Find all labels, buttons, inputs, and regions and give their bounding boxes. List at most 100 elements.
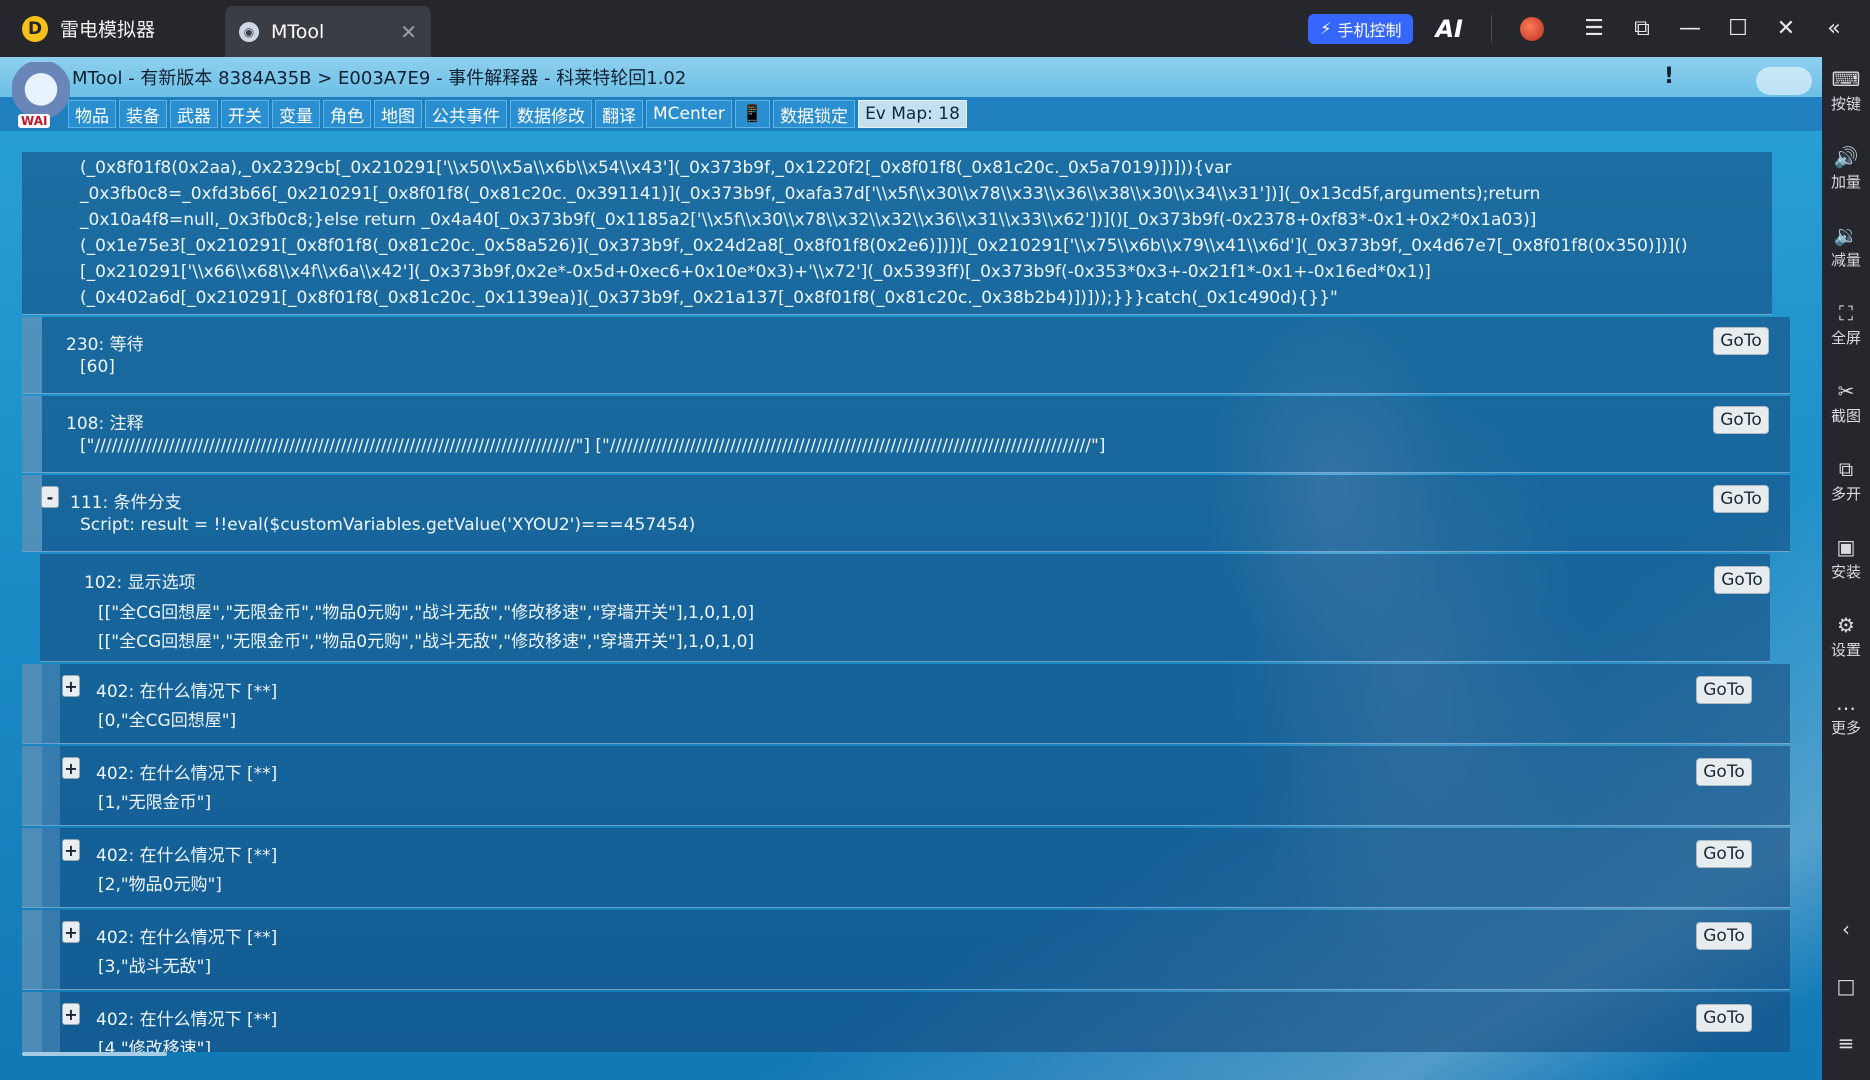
event-header: 108: 注释 xyxy=(66,414,144,434)
more-dots-icon: … xyxy=(1836,691,1856,715)
goto-button[interactable]: GoTo xyxy=(1696,922,1752,950)
tab-maps[interactable]: 地图 xyxy=(374,100,422,128)
expand-toggle[interactable]: + xyxy=(62,675,80,697)
expand-toggle[interactable]: + xyxy=(62,921,80,943)
event-detail: [3,"战斗无敌"] xyxy=(98,957,212,977)
tab-common-events[interactable]: 公共事件 xyxy=(425,100,507,128)
phone-control-button[interactable]: ⚡ 手机控制 xyxy=(1308,13,1414,44)
tab-items[interactable]: 物品 xyxy=(68,100,116,128)
tab-ev-map[interactable]: Ev Map: 18 xyxy=(858,100,967,128)
goto-button[interactable]: GoTo xyxy=(1696,676,1752,704)
close-icon[interactable]: ✕ xyxy=(400,20,417,44)
tab-phone[interactable]: 📱 xyxy=(734,100,771,128)
emulator-sidebar: ⌨ 按键 🔊 加量 🔉 减量 ⛶ 全屏 ✂ 截图 ⧉ 多开 ▣ 安装 ⚙ 设置 … xyxy=(1822,57,1870,1080)
event-row[interactable]: + 402: 在什么情况下 [**] [1,"无限金币"] GoTo xyxy=(22,746,1790,826)
sidebar-item-keymap[interactable]: ⌨ 按键 xyxy=(1822,67,1870,114)
ldplayer-logo-icon: D xyxy=(22,15,48,42)
event-detail: [["全CG回想屋","无限金币","物品0元购","战斗无敌","修改移速",… xyxy=(98,603,755,623)
script-line: [_0x210291['\\x66\\x68\\x4f\\x6a\\x42'](… xyxy=(80,262,1431,282)
event-detail: Script: result = !!eval($customVariables… xyxy=(80,515,696,535)
script-line: (_0x402a6d[_0x210291[_0x8f01f8(_0x81c20c… xyxy=(80,288,1338,308)
update-alert-icon[interactable]: ! xyxy=(1664,64,1674,89)
event-row[interactable]: 102: 显示选项 [["全CG回想屋","无限金币","物品0元购","战斗无… xyxy=(40,554,1770,662)
event-row[interactable]: + 402: 在什么情况下 [**] [4,"修改移速"] GoTo xyxy=(22,992,1790,1052)
script-block: (_0x8f01f8(0x2aa),_0x2329cb[_0x210291['\… xyxy=(22,152,1772,315)
event-row[interactable]: + 402: 在什么情况下 [**] [3,"战斗无敌"] GoTo xyxy=(22,910,1790,990)
hamburger-menu-icon[interactable]: ☰ xyxy=(1570,16,1618,41)
toolbar-divider xyxy=(1491,14,1492,43)
sidebar-item-screenshot[interactable]: ✂ 截图 xyxy=(1822,379,1870,426)
event-row[interactable]: 230: 等待 [60] GoTo xyxy=(22,317,1790,394)
tab-equipment[interactable]: 装备 xyxy=(119,100,167,128)
event-header: 230: 等待 xyxy=(66,335,144,355)
sidebar-item-more[interactable]: … 更多 xyxy=(1822,691,1870,738)
tab-actors[interactable]: 角色 xyxy=(323,100,371,128)
android-home-icon[interactable]: □ xyxy=(1822,974,1870,998)
scissors-icon: ✂ xyxy=(1837,379,1855,403)
collapse-sidebar-icon[interactable]: « xyxy=(1810,16,1858,41)
sidebar-item-fullscreen[interactable]: ⛶ 全屏 xyxy=(1822,301,1870,348)
script-line: (_0x8f01f8(0x2aa),_0x2329cb[_0x210291['\… xyxy=(80,158,1232,178)
event-detail: [1,"无限金币"] xyxy=(98,793,212,813)
tab-mcenter[interactable]: MCenter xyxy=(646,100,732,128)
emulator-tab-mtool[interactable]: ◉ MTool ✕ xyxy=(225,6,431,57)
goto-button[interactable]: GoTo xyxy=(1714,566,1770,594)
user-avatar[interactable] xyxy=(1520,16,1544,41)
tab-title: MTool xyxy=(271,20,325,43)
gamepad-overlay-icon[interactable] xyxy=(1756,67,1812,95)
ai-button[interactable]: AI xyxy=(1435,15,1463,43)
tab-data-lock[interactable]: 数据锁定 xyxy=(773,100,856,128)
event-row[interactable]: + 402: 在什么情况下 [**] [2,"物品0元购"] GoTo xyxy=(22,828,1790,908)
sidebar-item-settings[interactable]: ⚙ 设置 xyxy=(1822,613,1870,660)
expand-toggle[interactable]: + xyxy=(62,839,80,861)
goto-button[interactable]: GoTo xyxy=(1713,406,1769,434)
event-header: 402: 在什么情况下 [**] xyxy=(96,764,278,784)
goto-button[interactable]: GoTo xyxy=(1713,327,1769,355)
tab-variables[interactable]: 变量 xyxy=(272,100,320,128)
phone-control-label: 手机控制 xyxy=(1337,20,1402,40)
apk-install-icon: ▣ xyxy=(1836,535,1856,559)
android-recents-icon[interactable]: ≡ xyxy=(1822,1031,1870,1055)
event-detail: [4,"修改移速"] xyxy=(98,1039,212,1052)
mtool-tab-icon: ◉ xyxy=(239,21,259,42)
goto-button[interactable]: GoTo xyxy=(1696,1004,1752,1032)
minimize-icon[interactable]: — xyxy=(1666,16,1714,41)
goto-button[interactable]: GoTo xyxy=(1696,840,1752,868)
horizontal-scrollbar[interactable] xyxy=(22,1052,167,1056)
event-detail: [0,"全CG回想屋"] xyxy=(98,711,237,731)
sidebar-item-volume-down[interactable]: 🔉 减量 xyxy=(1822,223,1870,270)
goto-button[interactable]: GoTo xyxy=(1713,485,1769,513)
event-header: 111: 条件分支 xyxy=(70,493,182,513)
goto-button[interactable]: GoTo xyxy=(1696,758,1752,786)
fullscreen-icon: ⛶ xyxy=(1839,301,1853,325)
tab-data-edit[interactable]: 数据修改 xyxy=(510,100,592,128)
mascot-badge: WAI xyxy=(18,114,51,128)
maximize-icon[interactable]: ☐ xyxy=(1714,16,1762,41)
sidebar-item-multi-instance[interactable]: ⧉ 多开 xyxy=(1822,457,1870,504)
close-window-icon[interactable]: ✕ xyxy=(1762,16,1810,41)
emulator-title-bar: D 雷电模拟器 ◉ MTool ✕ ⚡ 手机控制 AI ☰ ⧉ — ☐ ✕ « xyxy=(0,0,1870,57)
event-row[interactable]: + 402: 在什么情况下 [**] [0,"全CG回想屋"] GoTo xyxy=(22,664,1790,744)
event-row[interactable]: 108: 注释 ["//////////////////////////////… xyxy=(22,396,1790,473)
tab-weapons[interactable]: 武器 xyxy=(170,100,218,128)
script-line: _0x10a4f8=null,_0x3fb0c8;}else return _0… xyxy=(80,210,1537,230)
event-row[interactable]: - 111: 条件分支 Script: result = !!eval($cus… xyxy=(22,475,1790,552)
restore-window-icon[interactable]: ⧉ xyxy=(1618,16,1666,41)
emulator-app-name: 雷电模拟器 xyxy=(60,19,156,41)
collapse-toggle[interactable]: - xyxy=(41,486,59,508)
mtool-tab-bar: 物品 装备 武器 开关 变量 角色 地图 公共事件 数据修改 翻译 MCente… xyxy=(0,97,1822,131)
event-detail: [60] xyxy=(80,357,115,377)
expand-toggle[interactable]: + xyxy=(62,757,80,779)
mtool-title-bar: MTool - 有新版本 8384A35B > E003A7E9 - 事件解释器… xyxy=(0,57,1822,97)
mtool-window: MTool - 有新版本 8384A35B > E003A7E9 - 事件解释器… xyxy=(0,57,1822,1080)
sidebar-item-install[interactable]: ▣ 安装 xyxy=(1822,535,1870,582)
event-detail: [["全CG回想屋","无限金币","物品0元购","战斗无敌","修改移速",… xyxy=(98,632,755,652)
event-header: 102: 显示选项 xyxy=(84,573,196,593)
android-back-icon[interactable]: ‹ xyxy=(1822,917,1870,941)
sidebar-item-volume-up[interactable]: 🔊 加量 xyxy=(1822,145,1870,192)
volume-down-icon: 🔉 xyxy=(1833,223,1859,247)
script-line: (_0x1e75e3[_0x210291[_0x8f01f8(_0x81c20c… xyxy=(80,236,1688,256)
tab-translate[interactable]: 翻译 xyxy=(595,100,643,128)
tab-switches[interactable]: 开关 xyxy=(221,100,269,128)
expand-toggle[interactable]: + xyxy=(62,1003,80,1025)
